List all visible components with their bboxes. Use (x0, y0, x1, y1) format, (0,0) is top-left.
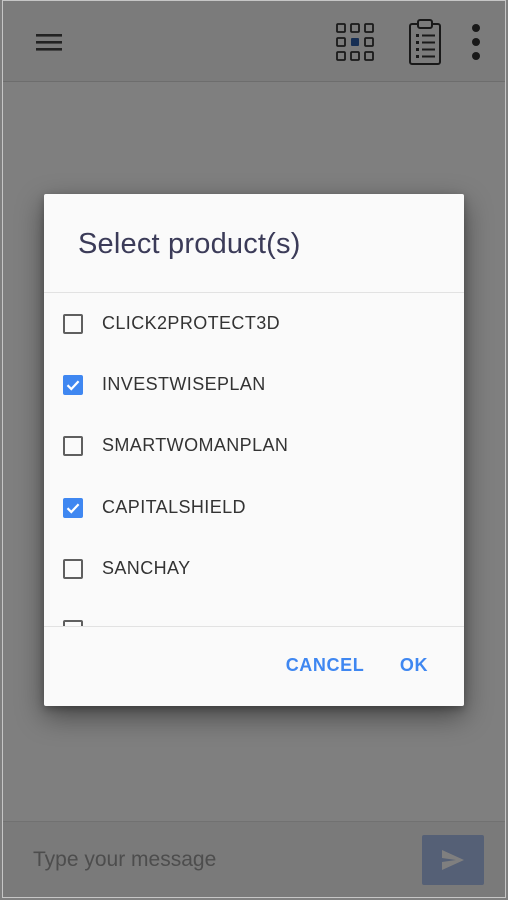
product-label: CAPITALSHIELD (102, 497, 246, 517)
select-product-dialog: Select product(s) CLICK2PROTECT3D INVEST… (44, 194, 464, 706)
product-label: INVESTWISEPLAN (102, 374, 266, 394)
product-checkbox[interactable] (63, 558, 83, 579)
product-item-smartwomanplan[interactable]: SMARTWOMANPLAN (44, 415, 464, 476)
cancel-button[interactable]: CANCEL (280, 645, 370, 685)
ok-button[interactable]: OK (394, 645, 434, 685)
product-label: SANCHAY (102, 558, 191, 578)
product-item-partial[interactable] (44, 599, 464, 626)
product-checkbox[interactable] (63, 374, 83, 395)
check-icon (66, 379, 80, 391)
product-item-click2protect3d[interactable]: CLICK2PROTECT3D (44, 293, 464, 354)
product-checkbox[interactable] (63, 313, 83, 334)
product-label: SMARTWOMANPLAN (102, 435, 289, 455)
product-label: CLICK2PROTECT3D (102, 313, 281, 333)
check-icon (66, 502, 80, 514)
product-checkbox[interactable] (63, 497, 83, 518)
product-checkbox[interactable] (63, 435, 83, 456)
product-list[interactable]: CLICK2PROTECT3D INVESTWISEPLAN SMARTWOMA… (44, 293, 464, 626)
product-item-sanchay[interactable]: SANCHAY (44, 538, 464, 599)
dialog-actions: CANCEL OK (44, 627, 464, 706)
product-item-capitalshield[interactable]: CAPITALSHIELD (44, 477, 464, 538)
product-item-investwiseplan[interactable]: INVESTWISEPLAN (44, 354, 464, 415)
dialog-title: Select product(s) (78, 228, 301, 260)
